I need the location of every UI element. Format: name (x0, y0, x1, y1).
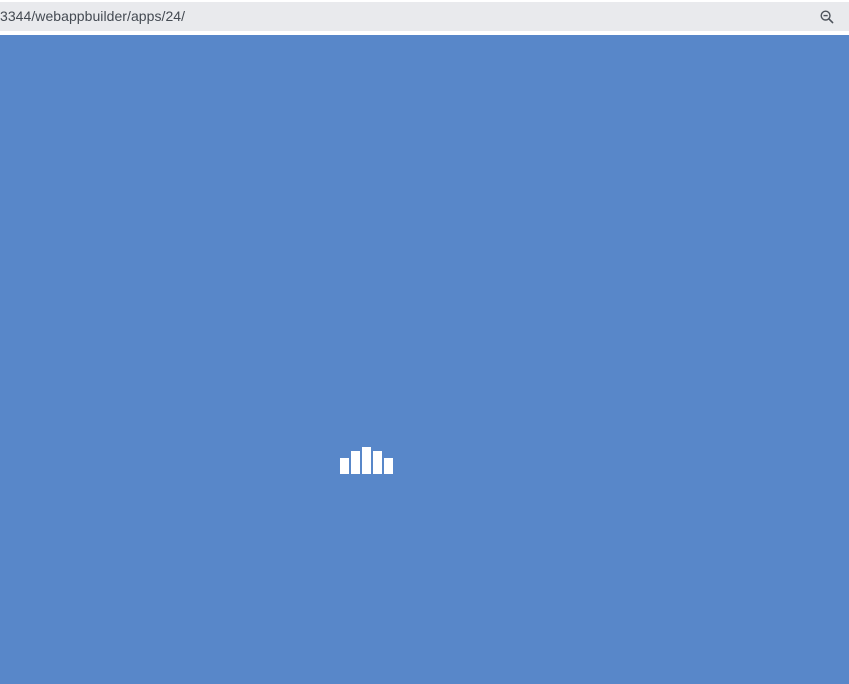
browser-address-bar: 3344/webappbuilder/apps/24/ (0, 0, 849, 33)
loader-bar (351, 451, 360, 474)
zoom-out-icon (820, 10, 834, 24)
url-field[interactable]: 3344/webappbuilder/apps/24/ (0, 2, 849, 31)
loader-bar (384, 458, 393, 474)
loader-bar (362, 447, 371, 474)
bars-loading-icon (340, 447, 393, 474)
loader-bar (373, 451, 382, 474)
url-text[interactable]: 3344/webappbuilder/apps/24/ (0, 8, 185, 24)
app-loading-screen (0, 35, 849, 684)
loader-bar (340, 458, 349, 474)
zoom-button[interactable] (815, 6, 839, 28)
